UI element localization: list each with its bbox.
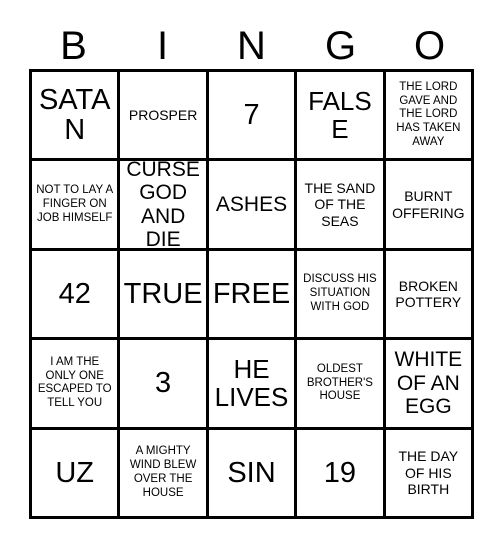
bingo-cell-label: BURNT OFFERING: [392, 188, 465, 221]
bingo-cell[interactable]: BURNT OFFERING: [385, 161, 475, 251]
bingo-cell-label: THE SAND OF THE SEAS: [304, 180, 376, 229]
bingo-cell[interactable]: I AM THE ONLY ONE ESCAPED TO TELL YOU: [32, 340, 121, 430]
bingo-cell[interactable]: OLDEST BROTHER'S HOUSE: [297, 340, 386, 430]
bingo-header-letter-n: N: [237, 23, 266, 68]
bingo-cell-label: I AM THE ONLY ONE ESCAPED TO TELL YOU: [37, 355, 112, 410]
bingo-cell[interactable]: NOT TO LAY A FINGER ON JOB HIMSELF: [32, 161, 121, 251]
bingo-cell[interactable]: THE LORD GAVE AND THE LORD HAS TAKEN AWA…: [385, 72, 475, 162]
bingo-row: UZ A MIGHTY WIND BLEW OVER THE HOUSE SIN 19…: [32, 429, 475, 520]
bingo-header: BINGO: [29, 22, 474, 69]
bingo-header-letter-i: I: [156, 23, 169, 68]
bingo-cell-label: BROKEN POTTERY: [395, 277, 462, 311]
bingo-cell-label: 19: [323, 456, 357, 489]
bingo-cell-label: HE LIVES: [214, 354, 289, 413]
bingo-cell-label: ASHES: [215, 192, 288, 216]
bingo-cell[interactable]: UZ: [32, 429, 121, 520]
bingo-cell-label: 7: [243, 98, 260, 131]
bingo-cell-label: UZ: [55, 456, 95, 489]
bingo-cell[interactable]: CURSE GOD AND DIE: [120, 161, 209, 251]
bingo-cell-label: PROSPER: [128, 107, 198, 124]
bingo-cell[interactable]: THE SAND OF THE SEAS: [297, 161, 386, 251]
bingo-cell-label: DISCUSS HIS SITUATION WITH GOD: [303, 273, 377, 313]
bingo-card: B I N G O SATAN PROSPER 7 FALSE THE LORD GAVE AN…: [0, 0, 501, 544]
bingo-cell[interactable]: TRUE: [120, 250, 209, 341]
bingo-cell[interactable]: 42: [32, 250, 121, 341]
bingo-row: NOT TO LAY A FINGER ON JOB HIMSELF CURSE …: [32, 161, 475, 251]
bingo-cell[interactable]: BROKEN POTTERY: [385, 250, 475, 341]
bingo-cell-label: FALSE: [308, 86, 372, 145]
bingo-cell[interactable]: DISCUSS HIS SITUATION WITH GOD: [297, 250, 386, 341]
bingo-cell-label: SIN: [227, 456, 276, 489]
bingo-cell[interactable]: A MIGHTY WIND BLEW OVER THE HOUSE: [120, 429, 209, 520]
bingo-cell-label: TRUE: [123, 277, 203, 310]
bingo-cell-label: 42: [58, 277, 91, 310]
bingo-cell-label: A MIGHTY WIND BLEW OVER THE HOUSE: [129, 445, 197, 499]
bingo-cell[interactable]: 19: [297, 429, 386, 520]
bingo-grid: SATAN PROSPER 7 FALSE THE LORD GAVE AND THE …: [29, 69, 475, 520]
bingo-cell[interactable]: HE LIVES: [208, 340, 298, 430]
bingo-cell[interactable]: WHITE OF AN EGG: [385, 340, 475, 430]
bingo-cell-label: NOT TO LAY A FINGER ON JOB HIMSELF: [36, 183, 114, 224]
bingo-header-letter-b: B: [60, 23, 87, 68]
bingo-row: 42 TRUE FREE DISCUSS HIS SITUATION WITH GOD…: [32, 250, 475, 341]
bingo-free-space[interactable]: FREE: [208, 250, 298, 341]
bingo-row: SATAN PROSPER 7 FALSE THE LORD GAVE AND THE …: [32, 72, 475, 162]
bingo-cell[interactable]: PROSPER: [120, 72, 209, 162]
bingo-cell-label: OLDEST BROTHER'S HOUSE: [306, 362, 373, 403]
bingo-cell[interactable]: SATAN: [32, 72, 121, 162]
bingo-cell-label: FREE: [212, 277, 291, 310]
bingo-cell-label: THE DAY OF HIS BIRTH: [398, 448, 459, 497]
bingo-cell[interactable]: ASHES: [208, 161, 298, 251]
bingo-cell[interactable]: FALSE: [297, 72, 386, 162]
bingo-row: I AM THE ONLY ONE ESCAPED TO TELL YOU 3 HE…: [32, 340, 475, 430]
bingo-cell[interactable]: 3: [120, 340, 209, 430]
bingo-header-letter-o: O: [413, 23, 446, 68]
bingo-cell[interactable]: THE DAY OF HIS BIRTH: [385, 429, 475, 520]
bingo-cell-label: WHITE OF AN EGG: [394, 348, 463, 419]
bingo-cell-label: CURSE GOD AND DIE: [126, 161, 200, 251]
bingo-cell-label: 3: [155, 367, 172, 400]
bingo-cell-label: SATAN: [38, 83, 111, 147]
bingo-cell[interactable]: SIN: [208, 429, 298, 520]
bingo-cell[interactable]: 7: [208, 72, 298, 162]
bingo-cell-label: THE LORD GAVE AND THE LORD HAS TAKEN AWA…: [396, 80, 461, 148]
bingo-header-letter-g: G: [324, 23, 357, 68]
